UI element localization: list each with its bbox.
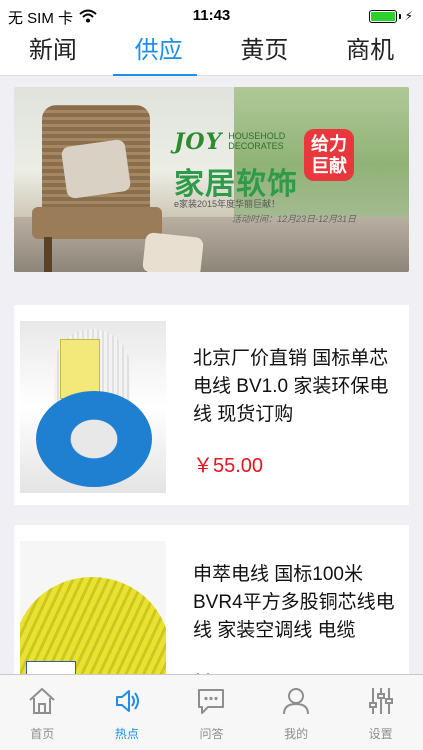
battery-icon: ⚡ [368, 9, 413, 23]
speaker-icon [115, 690, 139, 712]
tabbar-home[interactable]: 首页 [0, 675, 85, 750]
category-tabs: 新闻 供应 黄页 商机 [0, 32, 423, 76]
tab-yellow-pages[interactable]: 黄页 [212, 32, 318, 75]
chat-icon [198, 689, 225, 714]
product-image [20, 321, 166, 493]
active-tab-indicator [113, 74, 197, 76]
tabbar-label: 设置 [368, 727, 393, 741]
tabbar-label: 热点 [114, 727, 139, 741]
tabbar-label: 问答 [199, 727, 224, 741]
product-price: ￥55.00 [193, 455, 264, 477]
product-card[interactable]: 北京厂价直销 国标单芯电线 BV1.0 家装环保电线 现货订购 ￥55.00 [14, 305, 409, 505]
tab-business[interactable]: 商机 [317, 32, 423, 75]
banner-date: 活动时间：12月23日-12月31日 [232, 214, 357, 224]
tabbar-hot[interactable]: 热点 [85, 675, 170, 750]
promo-banner[interactable]: JOY HOUSEHOLD DECORATES 给力巨献 家居软饰 e家装201… [14, 87, 409, 272]
tabbar-label: 首页 [30, 727, 55, 741]
tabbar-qa[interactable]: 问答 [169, 675, 254, 750]
banner-subtitle: e家装2015年度华丽巨献！ [174, 199, 281, 209]
banner-brand-sub-1: HOUSEHOLD [228, 131, 286, 141]
tabbar-settings[interactable]: 设置 [338, 675, 423, 750]
status-time: 11:43 [192, 7, 231, 24]
tab-news[interactable]: 新闻 [0, 32, 106, 75]
charging-icon: ⚡ [404, 9, 413, 23]
banner-brand-sub-2: DECORATES [228, 141, 284, 151]
tabbar-mine[interactable]: 我的 [254, 675, 339, 750]
banner-brand-logo: JOY [174, 129, 223, 155]
bottom-tab-bar: 首页 热点 问答 我的 设置 [0, 674, 423, 750]
home-icon [29, 688, 55, 714]
sliders-icon [368, 688, 393, 714]
banner-badge: 给力巨献 [304, 129, 354, 181]
banner-brand: JOY HOUSEHOLD DECORATES [174, 129, 285, 155]
product-title: 申萃电线 国标100米BVR4平方多股铜芯线电线 家装空调线 电缆 [193, 564, 395, 641]
product-title: 北京厂价直销 国标单芯电线 BV1.0 家装环保电线 现货订购 [193, 348, 389, 425]
tab-supply[interactable]: 供应 [106, 32, 212, 75]
tabbar-label: 我的 [284, 727, 309, 741]
status-bar: 无 SIM 卡 11:43 ⚡ [0, 0, 423, 32]
user-icon [283, 688, 310, 715]
